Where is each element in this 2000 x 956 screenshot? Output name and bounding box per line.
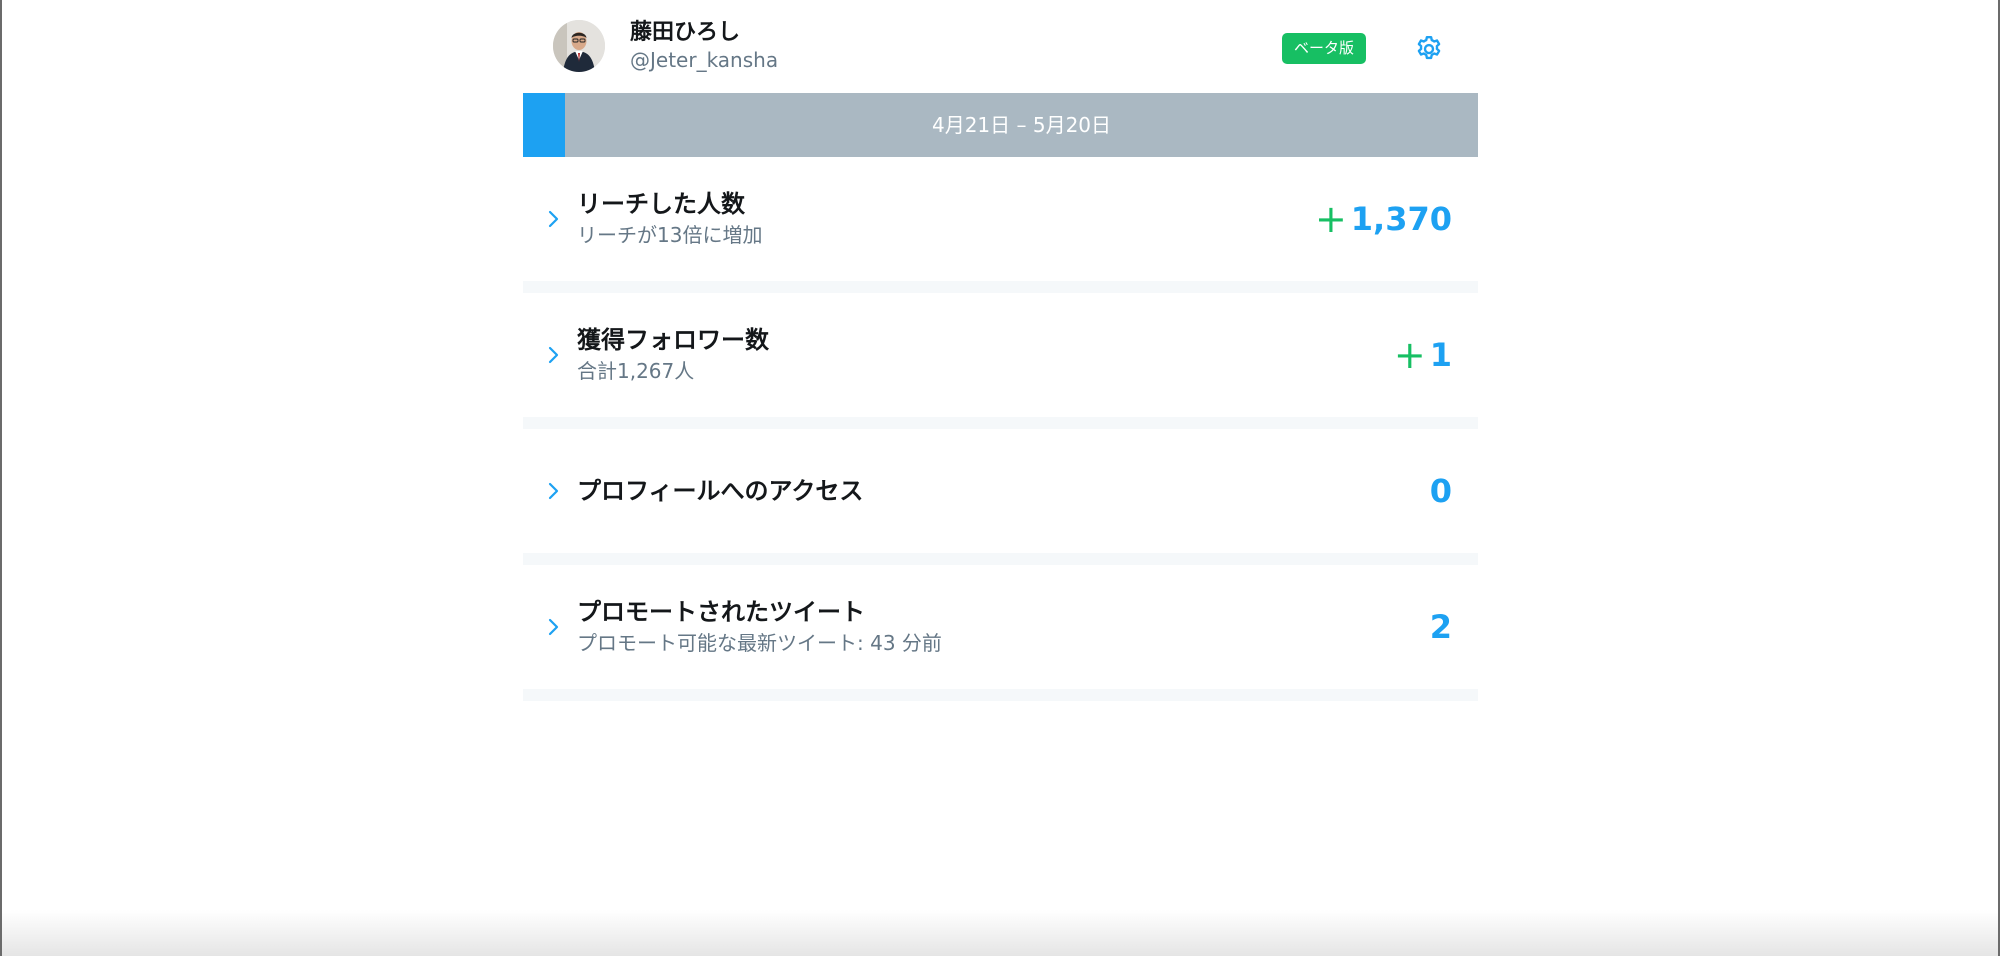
metric-row-followers[interactable]: 獲得フォロワー数 合計1,267人 + 1 — [523, 293, 1478, 429]
user-handle: @Jeter_kansha — [630, 48, 779, 72]
chevron-right-icon — [548, 482, 559, 500]
window-bottom-shadow — [2, 910, 1998, 956]
metric-title: プロフィールへのアクセス — [577, 477, 864, 505]
metric-text: リーチした人数 リーチが13倍に増加 — [577, 157, 762, 281]
metric-title: リーチした人数 — [577, 190, 745, 218]
analytics-panel: 藤田ひろし @Jeter_kansha ベータ版 4月21日 – 5月20日 リ… — [523, 0, 1478, 701]
chevron-right-icon — [548, 210, 559, 228]
metric-row-promoted-tweets[interactable]: プロモートされたツイート プロモート可能な最新ツイート: 43 分前 2 — [523, 565, 1478, 701]
chevron-right-icon — [548, 618, 559, 636]
profile-header: 藤田ひろし @Jeter_kansha ベータ版 — [523, 0, 1478, 93]
metric-title: 獲得フォロワー数 — [577, 326, 769, 354]
metric-subtitle: プロモート可能な最新ツイート: 43 分前 — [577, 631, 942, 655]
date-range-label: 4月21日 – 5月20日 — [931, 113, 1112, 137]
metric-text: 獲得フォロワー数 合計1,267人 — [577, 293, 769, 417]
metric-plus-sign: + — [1314, 197, 1347, 241]
metric-row-profile-visits[interactable]: プロフィールへのアクセス 0 — [523, 429, 1478, 565]
avatar[interactable] — [553, 20, 605, 72]
date-range-bar[interactable]: 4月21日 – 5月20日 — [523, 93, 1478, 157]
beta-badge: ベータ版 — [1282, 33, 1366, 64]
metric-subtitle: リーチが13倍に増加 — [577, 223, 763, 247]
chevron-right-icon — [548, 346, 559, 364]
metric-value: 1 — [1429, 336, 1452, 374]
metric-value-group: 2 — [1430, 565, 1452, 689]
metric-value: 0 — [1429, 472, 1452, 510]
date-range-accent — [523, 93, 565, 157]
metric-value-group: 0 — [1430, 429, 1452, 553]
user-display-name: 藤田ひろし — [630, 20, 741, 45]
metric-value: 2 — [1429, 608, 1452, 646]
metric-text: プロフィールへのアクセス — [577, 429, 863, 553]
metric-value-group: + 1,370 — [1315, 157, 1452, 281]
metric-title: プロモートされたツイート — [577, 598, 865, 626]
metric-value: 1,370 — [1350, 200, 1452, 238]
metric-row-reach[interactable]: リーチした人数 リーチが13倍に増加 + 1,370 — [523, 157, 1478, 293]
metric-value-group: + 1 — [1394, 293, 1452, 417]
avatar-image — [553, 20, 605, 72]
window-frame-left — [0, 0, 2, 956]
metric-plus-sign: + — [1393, 333, 1426, 377]
metric-subtitle: 合計1,267人 — [577, 359, 695, 383]
gear-icon[interactable] — [1414, 34, 1444, 64]
metric-text: プロモートされたツイート プロモート可能な最新ツイート: 43 分前 — [577, 565, 942, 689]
